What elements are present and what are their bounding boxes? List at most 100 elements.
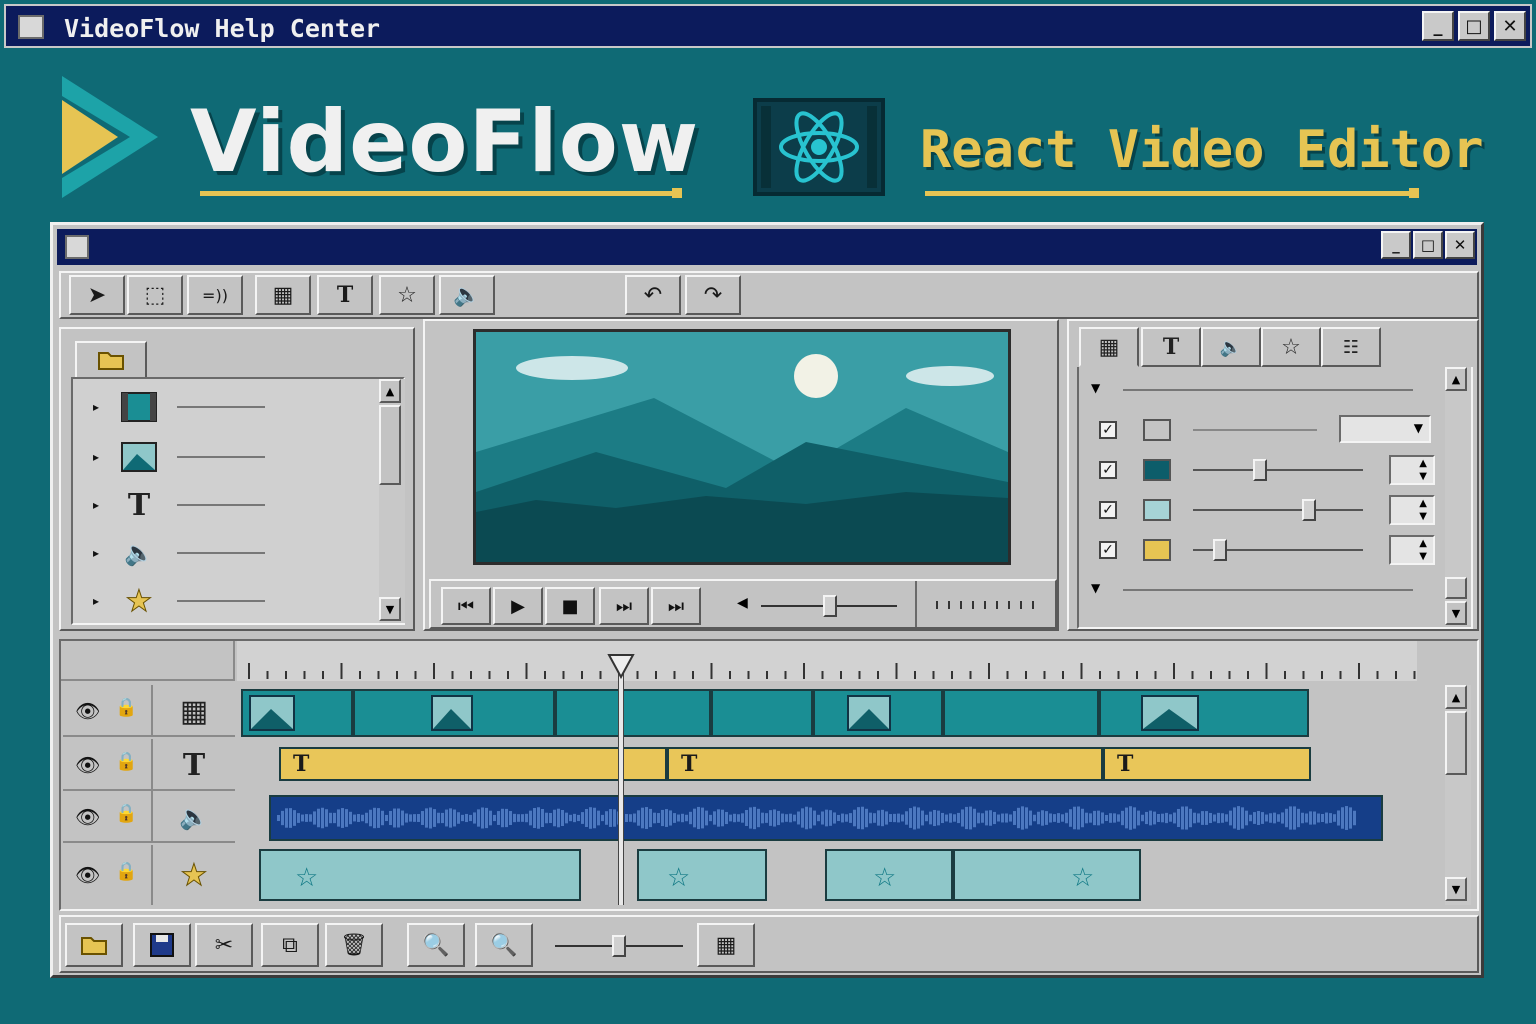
skip-end-icon[interactable]: ⏭: [651, 587, 701, 625]
effect-clip[interactable]: ☆: [953, 849, 1141, 901]
property-spinner[interactable]: ▲ ▼: [1389, 535, 1435, 565]
expand-arrow-icon[interactable]: ▸: [93, 498, 103, 512]
scroll-thumb[interactable]: [379, 405, 401, 485]
scroll-up-arrow-icon[interactable]: ▲: [1445, 685, 1467, 709]
color-swatch[interactable]: [1143, 499, 1171, 521]
editor-minimize-button[interactable]: _: [1381, 231, 1411, 259]
editor-maximize-button[interactable]: □: [1413, 231, 1443, 259]
select-arrow-icon[interactable]: ➤: [69, 275, 125, 315]
copy-icon[interactable]: ⧉: [261, 923, 319, 967]
property-checkbox[interactable]: ✓: [1099, 421, 1117, 439]
audio-tool-icon[interactable]: =)): [187, 275, 243, 315]
expand-arrow-icon[interactable]: ▸: [93, 594, 103, 608]
scroll-down-arrow-icon[interactable]: ▼: [379, 597, 401, 621]
color-swatch[interactable]: [1143, 459, 1171, 481]
text-clip[interactable]: T: [667, 747, 1103, 781]
scroll-up-arrow-icon[interactable]: ▲: [379, 379, 401, 403]
volume-slider-thumb[interactable]: [823, 595, 837, 617]
star-icon[interactable]: ☆: [379, 275, 435, 315]
speaker-icon[interactable]: 🔈: [1201, 327, 1261, 367]
lock-icon[interactable]: 🔒: [115, 697, 137, 718]
property-dropdown[interactable]: ▼: [1339, 415, 1431, 443]
property-slider[interactable]: [1193, 469, 1363, 471]
property-checkbox[interactable]: ✓: [1099, 501, 1117, 519]
media-item-image[interactable]: ▸: [93, 437, 353, 477]
slider-thumb[interactable]: [1302, 499, 1316, 521]
text-clip[interactable]: T: [1103, 747, 1311, 781]
play-icon[interactable]: ▶: [493, 587, 543, 625]
close-button[interactable]: ✕: [1494, 11, 1526, 41]
video-clip[interactable]: [1099, 689, 1309, 737]
properties-scrollbar[interactable]: ▲ ▼: [1445, 367, 1471, 625]
maximize-button[interactable]: □: [1458, 11, 1490, 41]
media-item-text[interactable]: ▸ T: [93, 485, 353, 525]
open-folder-icon[interactable]: [65, 923, 123, 967]
lock-icon[interactable]: 🔒: [115, 751, 137, 772]
property-spinner[interactable]: ▲ ▼: [1389, 455, 1435, 485]
zoom-in-icon[interactable]: 🔍: [475, 923, 533, 967]
eye-icon[interactable]: 👁: [75, 863, 100, 887]
step-forward-icon[interactable]: ⏭: [599, 587, 649, 625]
collapse-arrow-icon[interactable]: ▼: [1091, 381, 1100, 395]
property-checkbox[interactable]: ✓: [1099, 461, 1117, 479]
video-clip[interactable]: [711, 689, 813, 737]
undo-icon[interactable]: ↶: [625, 275, 681, 315]
minimize-button[interactable]: _: [1422, 11, 1454, 41]
property-checkbox[interactable]: ✓: [1099, 541, 1117, 559]
scroll-down-arrow-icon[interactable]: ▼: [1445, 877, 1467, 901]
video-clip[interactable]: [555, 689, 711, 737]
video-clip[interactable]: [943, 689, 1099, 737]
zoom-slider-thumb[interactable]: [612, 935, 626, 957]
video-clip[interactable]: [241, 689, 353, 737]
effect-clip[interactable]: ☆: [637, 849, 767, 901]
text-clip[interactable]: T: [279, 747, 667, 781]
eye-icon[interactable]: 👁: [75, 753, 100, 777]
scroll-thumb[interactable]: [1445, 577, 1467, 599]
scroll-down-arrow-icon[interactable]: ▼: [1445, 601, 1467, 625]
eye-icon[interactable]: 👁: [75, 699, 100, 723]
media-item-audio[interactable]: ▸ 🔈: [93, 533, 353, 573]
playhead[interactable]: [618, 657, 624, 905]
media-item-effect[interactable]: ▸ ★: [93, 581, 353, 621]
text-icon[interactable]: T: [1141, 327, 1201, 367]
redo-icon[interactable]: ↷: [685, 275, 741, 315]
cut-icon[interactable]: ✂: [195, 923, 253, 967]
stop-icon[interactable]: ■: [545, 587, 595, 625]
grid-icon[interactable]: ▦: [697, 923, 755, 967]
eye-icon[interactable]: 👁: [75, 805, 100, 829]
star-icon[interactable]: ☆: [1261, 327, 1321, 367]
property-slider[interactable]: [1193, 509, 1363, 511]
slider-thumb[interactable]: [1213, 539, 1227, 561]
video-clip[interactable]: [353, 689, 555, 737]
slider-thumb[interactable]: [1253, 459, 1267, 481]
effect-clip[interactable]: ☆: [825, 849, 953, 901]
timeline-ruler[interactable]: [237, 641, 1417, 681]
expand-arrow-icon[interactable]: ▸: [93, 450, 103, 464]
color-swatch[interactable]: [1143, 419, 1171, 441]
timeline-scrollbar[interactable]: ▲ ▼: [1445, 685, 1471, 905]
video-clip[interactable]: [813, 689, 943, 737]
media-folder-tab[interactable]: [75, 341, 147, 379]
color-swatch[interactable]: [1143, 539, 1171, 561]
property-spinner[interactable]: ▲ ▼: [1389, 495, 1435, 525]
lock-icon[interactable]: 🔒: [115, 803, 137, 824]
layout-icon[interactable]: ☷: [1321, 327, 1381, 367]
expand-arrow-icon[interactable]: ▸: [93, 546, 103, 560]
audio-clip[interactable]: [269, 795, 1383, 841]
media-item-video[interactable]: ▸: [93, 387, 353, 427]
expand-arrow-icon[interactable]: ▸: [93, 400, 103, 414]
marquee-select-icon[interactable]: ⬚: [127, 275, 183, 315]
scroll-up-arrow-icon[interactable]: ▲: [1445, 367, 1467, 391]
skip-back-icon[interactable]: ⏮: [441, 587, 491, 625]
playhead-handle-icon[interactable]: [607, 653, 635, 679]
editor-close-button[interactable]: ✕: [1445, 231, 1475, 259]
video-preview[interactable]: [473, 329, 1011, 565]
text-icon[interactable]: T: [317, 275, 373, 315]
film-icon[interactable]: ▦: [255, 275, 311, 315]
speaker-icon[interactable]: 🔈: [439, 275, 495, 315]
zoom-out-icon[interactable]: 🔍: [407, 923, 465, 967]
collapse-arrow-icon[interactable]: ▼: [1091, 581, 1100, 595]
lock-icon[interactable]: 🔒: [115, 861, 137, 882]
effect-clip[interactable]: ☆: [259, 849, 581, 901]
scroll-thumb[interactable]: [1445, 711, 1467, 775]
